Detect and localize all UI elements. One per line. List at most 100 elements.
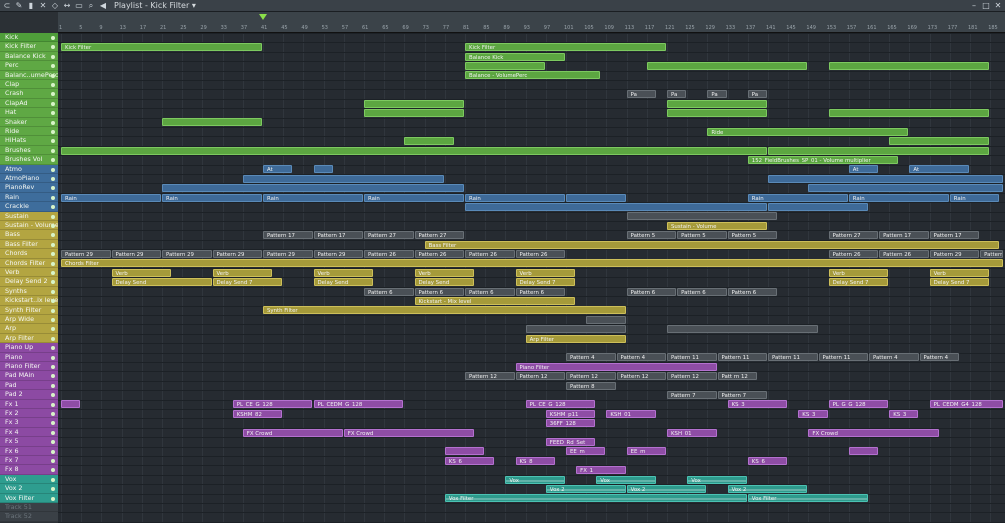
track-header[interactable]: AtmoPiano xyxy=(0,174,58,184)
playlist-clip[interactable]: Pattern 26 xyxy=(414,249,464,258)
playlist-clip[interactable]: Pattern 5 xyxy=(626,231,677,240)
track-header[interactable]: Sustain - Volume xyxy=(0,221,58,231)
track-header[interactable]: Kick Filter xyxy=(0,42,58,52)
track-header[interactable]: Piano Filter xyxy=(0,362,58,372)
playlist-clip[interactable]: Pattern 29 xyxy=(929,249,980,258)
playlist-clip[interactable] xyxy=(768,146,990,155)
track-header[interactable]: Vox xyxy=(0,474,58,485)
track-enable-led-icon[interactable] xyxy=(51,308,55,313)
track-enable-led-icon[interactable] xyxy=(51,139,55,144)
playlist-clip[interactable]: Pattern 6 xyxy=(465,287,515,296)
playlist-clip[interactable] xyxy=(768,202,868,211)
playlist-clip[interactable]: Vox xyxy=(687,475,747,484)
playlist-clip[interactable]: Balance Kick xyxy=(465,52,565,61)
track-header[interactable]: Piano Up xyxy=(0,343,58,353)
playlist-clip[interactable]: KSH_01 xyxy=(606,409,656,418)
playlist-clip[interactable] xyxy=(364,108,464,117)
playlist-clip[interactable]: Pattern 26 xyxy=(465,249,515,258)
track-enable-led-icon[interactable] xyxy=(51,421,55,426)
track-header[interactable]: Arp xyxy=(0,324,58,334)
track-enable-led-icon[interactable] xyxy=(51,318,55,322)
track-enable-led-icon[interactable] xyxy=(51,195,55,200)
playlist-clip[interactable] xyxy=(61,400,81,409)
playlist-clip[interactable] xyxy=(242,174,444,183)
playlist-clip[interactable]: Pattern 6 xyxy=(626,287,677,296)
playlist-clip[interactable]: Pattern 11 xyxy=(768,353,818,362)
track-header[interactable]: Sustain xyxy=(0,211,58,221)
playlist-clip[interactable]: KS_3 xyxy=(798,409,828,418)
playlist-clip[interactable]: Kick Filter xyxy=(61,43,262,52)
playlist-clip[interactable]: KS_6 xyxy=(444,456,495,465)
track-enable-led-icon[interactable] xyxy=(51,271,55,275)
playlist-clip[interactable]: Pattern 11 xyxy=(717,353,767,362)
playlist-clip[interactable] xyxy=(667,325,818,334)
playlist-clip[interactable]: Rain xyxy=(747,193,848,202)
track-header[interactable]: Fx 6 xyxy=(0,446,58,456)
track-header[interactable]: Pad MAin xyxy=(0,371,58,381)
slip-icon[interactable]: ↔ xyxy=(62,1,72,11)
playlist-clip[interactable]: Synth Filter xyxy=(263,306,626,315)
track-enable-led-icon[interactable] xyxy=(51,158,55,163)
playlist-clip[interactable]: Pattern 6 xyxy=(515,287,565,296)
track-enable-led-icon[interactable] xyxy=(51,449,55,454)
playlist-clip[interactable] xyxy=(162,184,464,193)
playlist-clip[interactable] xyxy=(162,118,262,127)
playlist-clip[interactable]: Pa xyxy=(626,90,656,99)
playlist-clip[interactable]: Vox 2 xyxy=(545,484,626,493)
track-header[interactable]: Clap xyxy=(0,80,58,90)
track-enable-led-icon[interactable] xyxy=(51,383,55,388)
playlist-clip[interactable] xyxy=(667,99,767,108)
track-enable-led-icon[interactable] xyxy=(51,365,55,369)
track-header[interactable]: Arp Wide xyxy=(0,315,58,325)
playlist-clip[interactable]: Vox xyxy=(596,475,656,484)
playlist-clip[interactable]: Kick Filter xyxy=(465,43,666,52)
track-enable-led-icon[interactable] xyxy=(51,289,55,294)
playlist-clip[interactable]: PL_CEDM_G4_128 xyxy=(929,400,1003,409)
playlist-clip[interactable]: Pattern 6 xyxy=(677,287,727,296)
track-enable-led-icon[interactable] xyxy=(51,336,55,341)
playlist-clip[interactable] xyxy=(828,61,990,70)
playlist-clip[interactable]: Verb xyxy=(111,268,172,277)
playlist-clip[interactable]: Rain xyxy=(848,193,949,202)
playlist-clip[interactable] xyxy=(465,61,545,70)
paint-icon[interactable]: ▮ xyxy=(26,1,36,11)
playlist-clip[interactable]: Pattern 26 xyxy=(364,249,414,258)
playlist-clip[interactable]: Pattern 29 xyxy=(111,249,161,258)
playlist-clip[interactable]: Rain xyxy=(465,193,565,202)
playlist-clip[interactable]: Vox Filter xyxy=(747,494,868,503)
track-enable-led-icon[interactable] xyxy=(51,487,55,492)
zoom-icon[interactable]: ⌕ xyxy=(86,1,96,11)
track-header[interactable]: Rain xyxy=(0,192,58,203)
playlist-clip[interactable]: Pattern 17 xyxy=(263,231,313,240)
playlist-clip[interactable]: Delay Send xyxy=(313,278,374,287)
playlist-clip[interactable]: Delay Send 7 xyxy=(515,278,576,287)
playlist-clip[interactable]: Pattern 6 xyxy=(364,287,414,296)
track-enable-led-icon[interactable] xyxy=(51,327,55,332)
track-enable-led-icon[interactable] xyxy=(51,167,55,172)
track-enable-led-icon[interactable] xyxy=(51,130,55,134)
track-header[interactable]: Brushes Vol xyxy=(0,155,58,165)
track-enable-led-icon[interactable] xyxy=(51,111,55,116)
playlist-clip[interactable]: Arp Filter xyxy=(525,334,626,343)
track-header[interactable]: Fx 1 xyxy=(0,399,58,409)
playlist-clip[interactable]: KS_8 xyxy=(515,456,555,465)
playlist-clip[interactable]: Delay Send 7 xyxy=(828,278,889,287)
playlist-clip[interactable]: Rain xyxy=(162,193,262,202)
pencil-icon[interactable]: ✎ xyxy=(14,1,24,11)
playlist-clip[interactable]: Pattern 17 xyxy=(879,231,929,240)
track-enable-led-icon[interactable] xyxy=(51,205,55,210)
close-icon[interactable]: ✕ xyxy=(993,1,1003,11)
track-header[interactable]: Fx 4 xyxy=(0,427,58,438)
track-header[interactable]: Delay Send 2 xyxy=(0,277,58,287)
track-header[interactable]: Chords xyxy=(0,249,58,259)
track-enable-led-icon[interactable] xyxy=(51,299,55,304)
track-header[interactable]: Perc xyxy=(0,61,58,71)
track-enable-led-icon[interactable] xyxy=(51,280,55,285)
playlist-clip[interactable]: Pattern 6 xyxy=(414,287,464,296)
playlist-clip[interactable]: FX_1 xyxy=(576,466,626,475)
track-enable-led-icon[interactable] xyxy=(51,92,55,97)
playlist-clip[interactable]: Pattern 26 xyxy=(879,249,929,258)
track-header[interactable]: Brushes xyxy=(0,145,58,156)
playlist-clip[interactable]: Pattern 12 xyxy=(667,372,717,381)
track-header[interactable]: Vox 2 xyxy=(0,484,58,494)
